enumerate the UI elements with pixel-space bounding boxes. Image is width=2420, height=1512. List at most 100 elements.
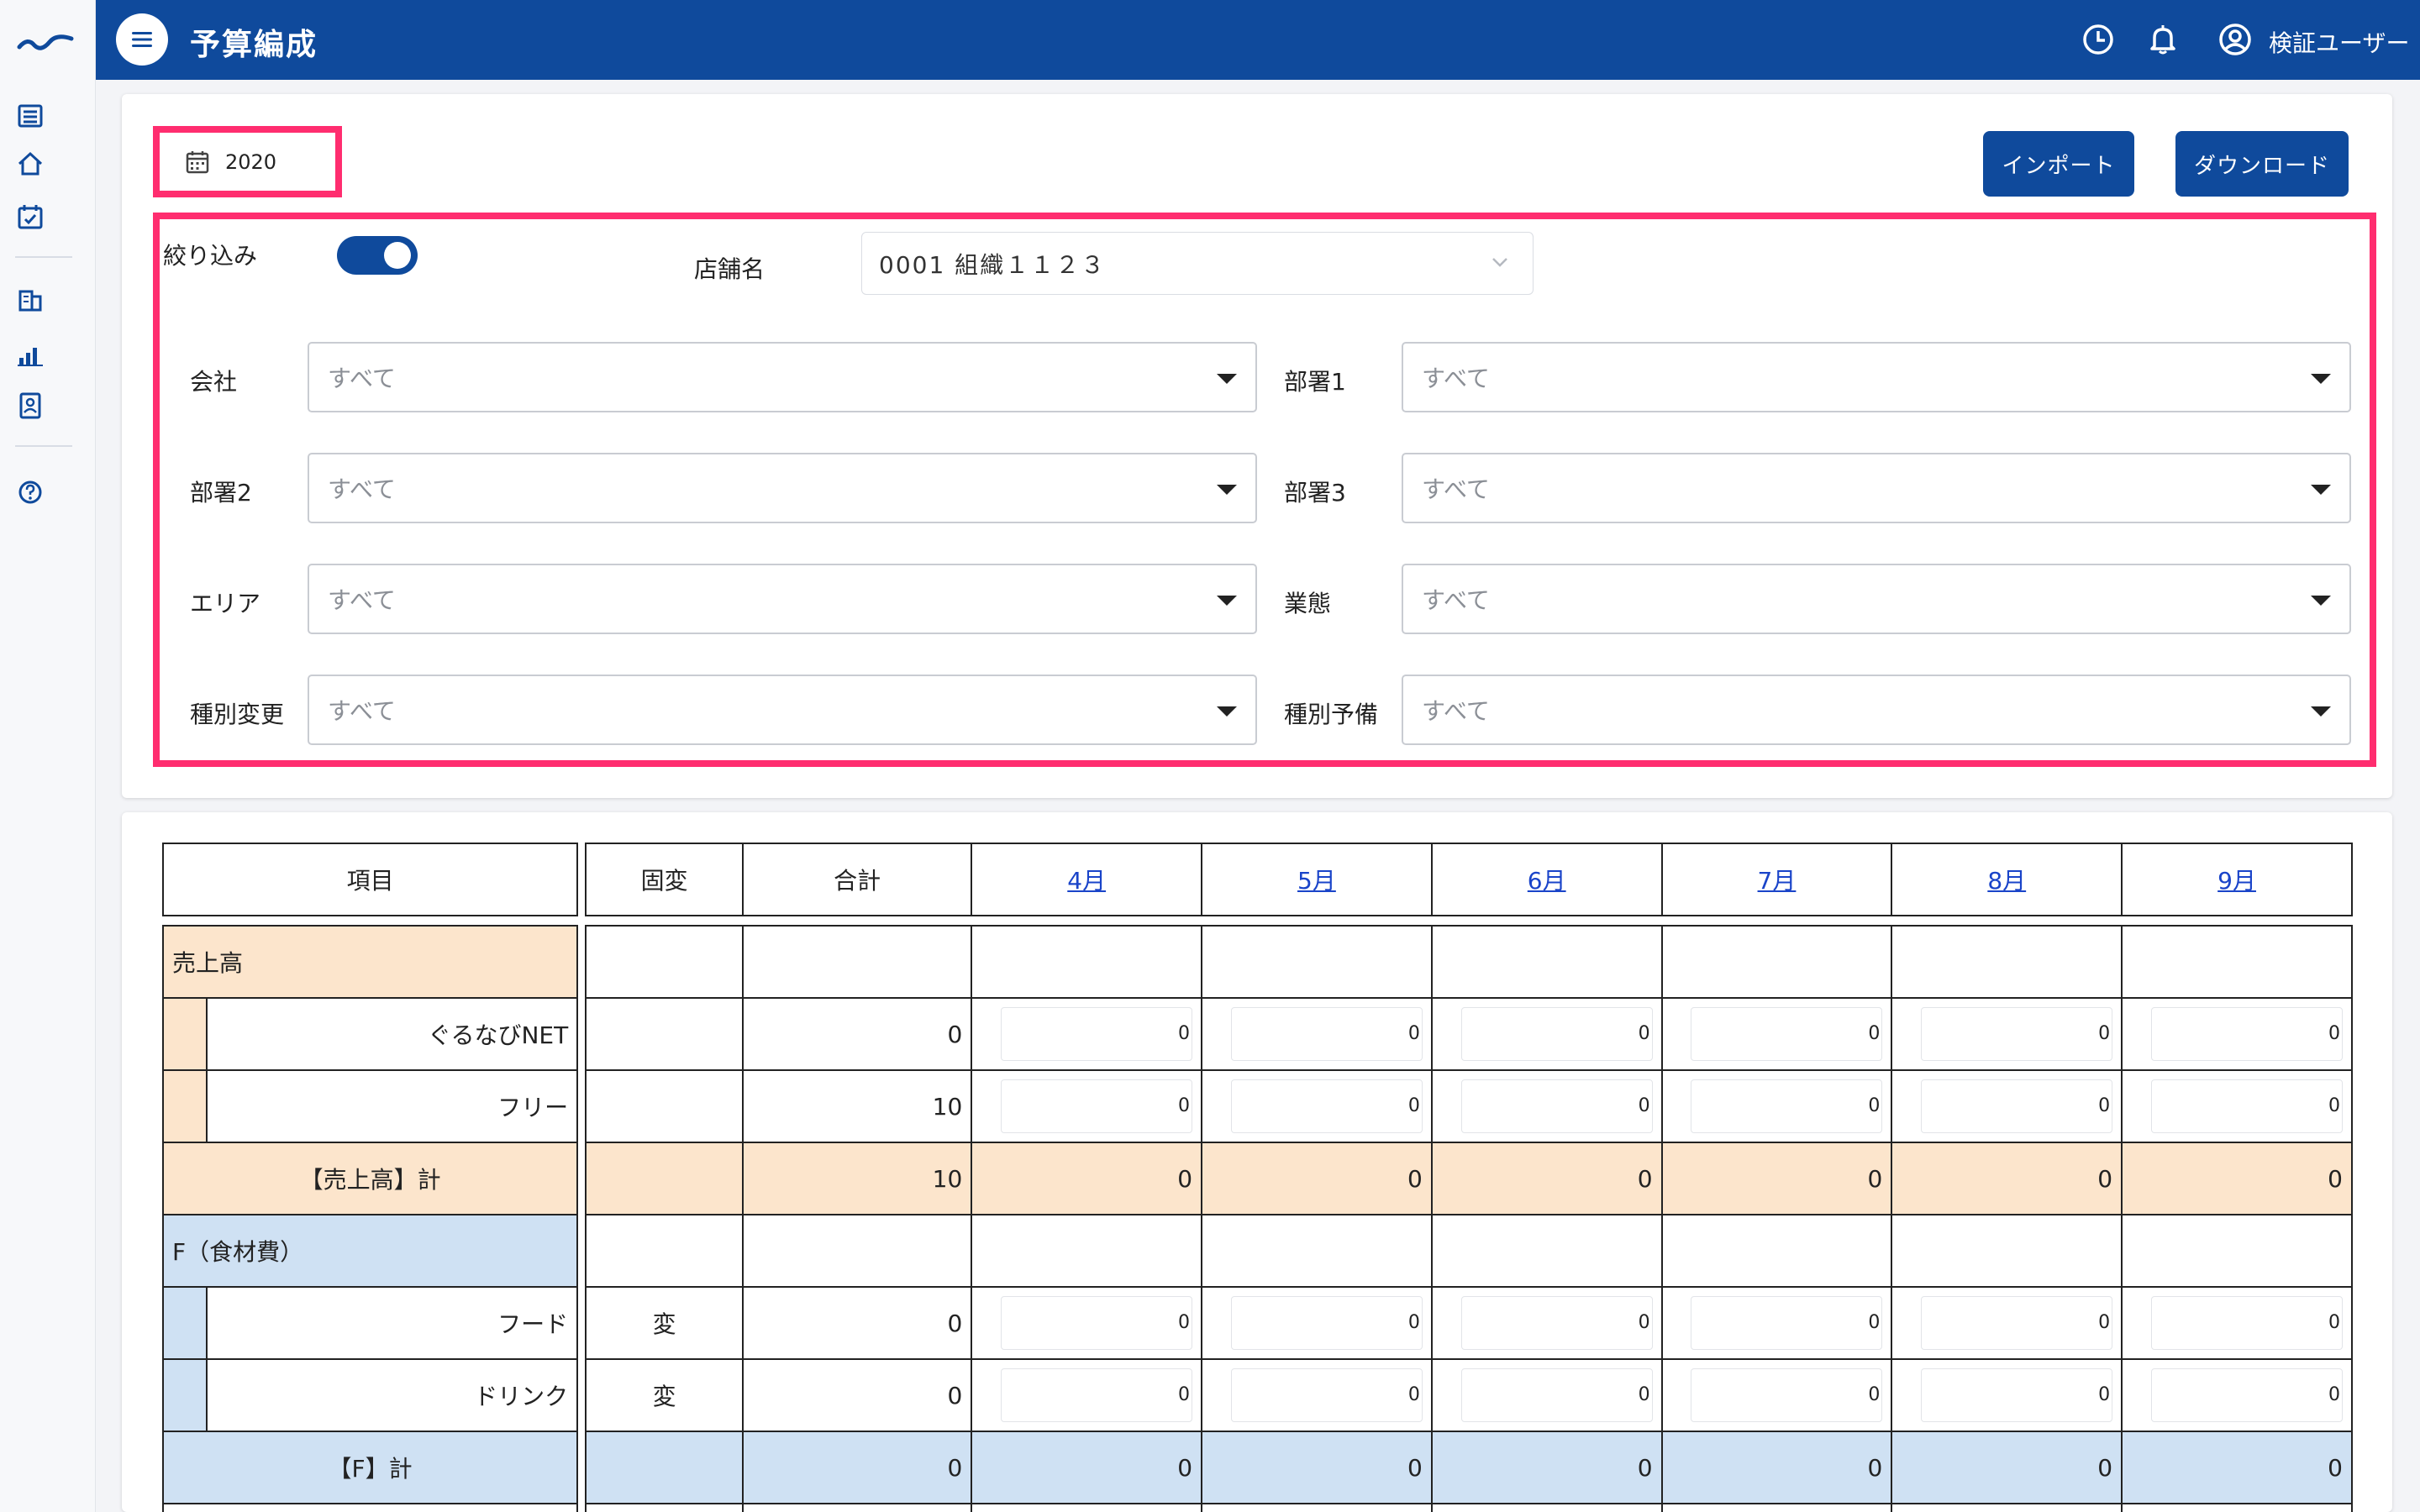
filter-label-area: エリア (190, 590, 261, 617)
budget-table-scroll[interactable]: 項目 固変 合計 4月 5月 6月 7月 8月 9月 売上高 ぐるなびNET 0… (162, 843, 2353, 1512)
budget-table: 項目 固変 合計 4月 5月 6月 7月 8月 9月 売上高 ぐるなびNET 0… (162, 843, 2353, 1512)
month-input[interactable]: 0 (1460, 1007, 1653, 1061)
bell-icon[interactable] (2144, 20, 2182, 59)
filter-toggle-label: 絞り込み (163, 242, 258, 270)
month-input[interactable]: 0 (2151, 1007, 2343, 1061)
month-link[interactable]: 8月 (1987, 867, 2026, 895)
dropdown-arrow-icon (1217, 485, 1237, 495)
import-button[interactable]: インポート (1983, 131, 2134, 197)
dept3-select[interactable]: すべて (1402, 453, 2351, 523)
month-input[interactable]: 0 (1691, 1368, 1883, 1422)
header-month: 5月 (1201, 843, 1433, 916)
calendar-icon (186, 150, 209, 173)
dept2-select[interactable]: すべて (308, 453, 1257, 523)
month-input[interactable]: 0 (1691, 1007, 1883, 1061)
subtotal-value: 0 (1891, 1431, 2123, 1504)
month-input[interactable]: 0 (1001, 1296, 1193, 1350)
store-select[interactable]: 0001 組織１１２３ (861, 232, 1534, 295)
month-link[interactable]: 6月 (1528, 867, 1566, 895)
dept1-select[interactable]: すべて (1402, 342, 2351, 412)
header-item: 項目 (162, 843, 579, 916)
list-icon[interactable] (13, 99, 47, 133)
year-picker[interactable]: 2020 (153, 126, 342, 197)
month-input[interactable]: 0 (1230, 1007, 1423, 1061)
month-link[interactable]: 5月 (1297, 867, 1336, 895)
sidebar-divider (15, 445, 72, 447)
filter-label-dept1: 部署1 (1284, 368, 1346, 396)
month-input[interactable]: 0 (2151, 1368, 2343, 1422)
month-input[interactable]: 0 (1921, 1007, 2113, 1061)
home-icon[interactable] (13, 147, 47, 181)
month-input[interactable]: 0 (2151, 1079, 2343, 1133)
month-input[interactable]: 0 (1691, 1296, 1883, 1350)
month-input[interactable]: 0 (1691, 1079, 1883, 1133)
bar-chart-icon[interactable] (13, 338, 47, 371)
month-input[interactable]: 0 (1921, 1296, 2113, 1350)
section-row-sales: 売上高 (162, 925, 2353, 999)
select-value: すべて (1422, 586, 1490, 614)
filter-label-dept3: 部署3 (1284, 479, 1346, 507)
section-row-food: F（食材費） (162, 1214, 2353, 1288)
month-input[interactable]: 0 (1921, 1079, 2113, 1133)
month-input[interactable]: 0 (1001, 1368, 1193, 1422)
subtotal-value: 0 (971, 1431, 1203, 1504)
subtotal-total: 10 (742, 1142, 973, 1215)
user-name[interactable]: 検証ユーザー (2269, 25, 2409, 59)
sidebar (0, 0, 96, 1512)
row-total: 0 (742, 997, 973, 1071)
row-type (585, 997, 744, 1071)
section-label: F（食材費） (162, 1214, 579, 1288)
month-input[interactable]: 0 (1460, 1296, 1653, 1350)
calendar-check-icon[interactable] (13, 200, 47, 234)
row-type (585, 1069, 744, 1143)
header-month: 7月 (1660, 843, 1893, 916)
history-icon[interactable] (2079, 20, 2118, 59)
subtotal-label: 【F】計 (162, 1431, 579, 1504)
month-input[interactable]: 0 (2151, 1296, 2343, 1350)
row-label: フード (205, 1286, 579, 1360)
month-link[interactable]: 7月 (1758, 867, 1797, 895)
dropdown-arrow-icon (1217, 374, 1237, 384)
month-link[interactable]: 4月 (1067, 867, 1106, 895)
subtotal-total: 0 (742, 1431, 973, 1504)
row-label: ドリンク (205, 1358, 579, 1432)
user-icon[interactable] (2216, 20, 2254, 59)
dropdown-arrow-icon (2311, 596, 2331, 606)
area-select[interactable]: すべて (308, 564, 1257, 634)
filter-toggle[interactable] (337, 236, 418, 275)
header-month: 6月 (1430, 843, 1663, 916)
download-button[interactable]: ダウンロード (2175, 131, 2349, 197)
subtotal-value: 0 (1430, 1142, 1663, 1215)
dropdown-arrow-icon (2311, 706, 2331, 717)
month-input[interactable]: 0 (1001, 1079, 1193, 1133)
subtotal-value: 0 (1201, 1142, 1433, 1215)
subtotal-value: 0 (971, 1142, 1203, 1215)
filter-label-type-spare: 種別予備 (1284, 701, 1379, 728)
filter-label-company: 会社 (190, 368, 238, 396)
company-select[interactable]: すべて (308, 342, 1257, 412)
type-change-select[interactable]: すべて (308, 675, 1257, 745)
business-type-select[interactable]: すべて (1402, 564, 2351, 634)
building-icon[interactable] (13, 283, 47, 317)
month-link[interactable]: 9月 (2217, 867, 2256, 895)
month-input[interactable]: 0 (1460, 1368, 1653, 1422)
filter-label-dept2: 部署2 (190, 479, 252, 507)
section-stripe (162, 997, 208, 1071)
subtotal-row-sales: 【売上高】計 10 0 0 0 0 0 0 (162, 1142, 2353, 1215)
month-input[interactable]: 0 (1230, 1368, 1423, 1422)
type-spare-select[interactable]: すべて (1402, 675, 2351, 745)
subtotal-value: 0 (1430, 1431, 1663, 1504)
menu-button[interactable] (116, 13, 168, 66)
select-value: すべて (328, 475, 396, 503)
month-input[interactable]: 0 (1001, 1007, 1193, 1061)
subtotal-value: 0 (1660, 1142, 1893, 1215)
month-input[interactable]: 0 (1230, 1296, 1423, 1350)
row-type: 変 (585, 1358, 744, 1432)
id-card-icon[interactable] (13, 389, 47, 423)
month-input[interactable]: 0 (1230, 1079, 1423, 1133)
help-icon[interactable] (13, 475, 47, 509)
month-input[interactable]: 0 (1921, 1368, 2113, 1422)
year-value: 2020 (225, 150, 277, 174)
month-input[interactable]: 0 (1460, 1079, 1653, 1133)
header-month: 8月 (1891, 843, 2123, 916)
